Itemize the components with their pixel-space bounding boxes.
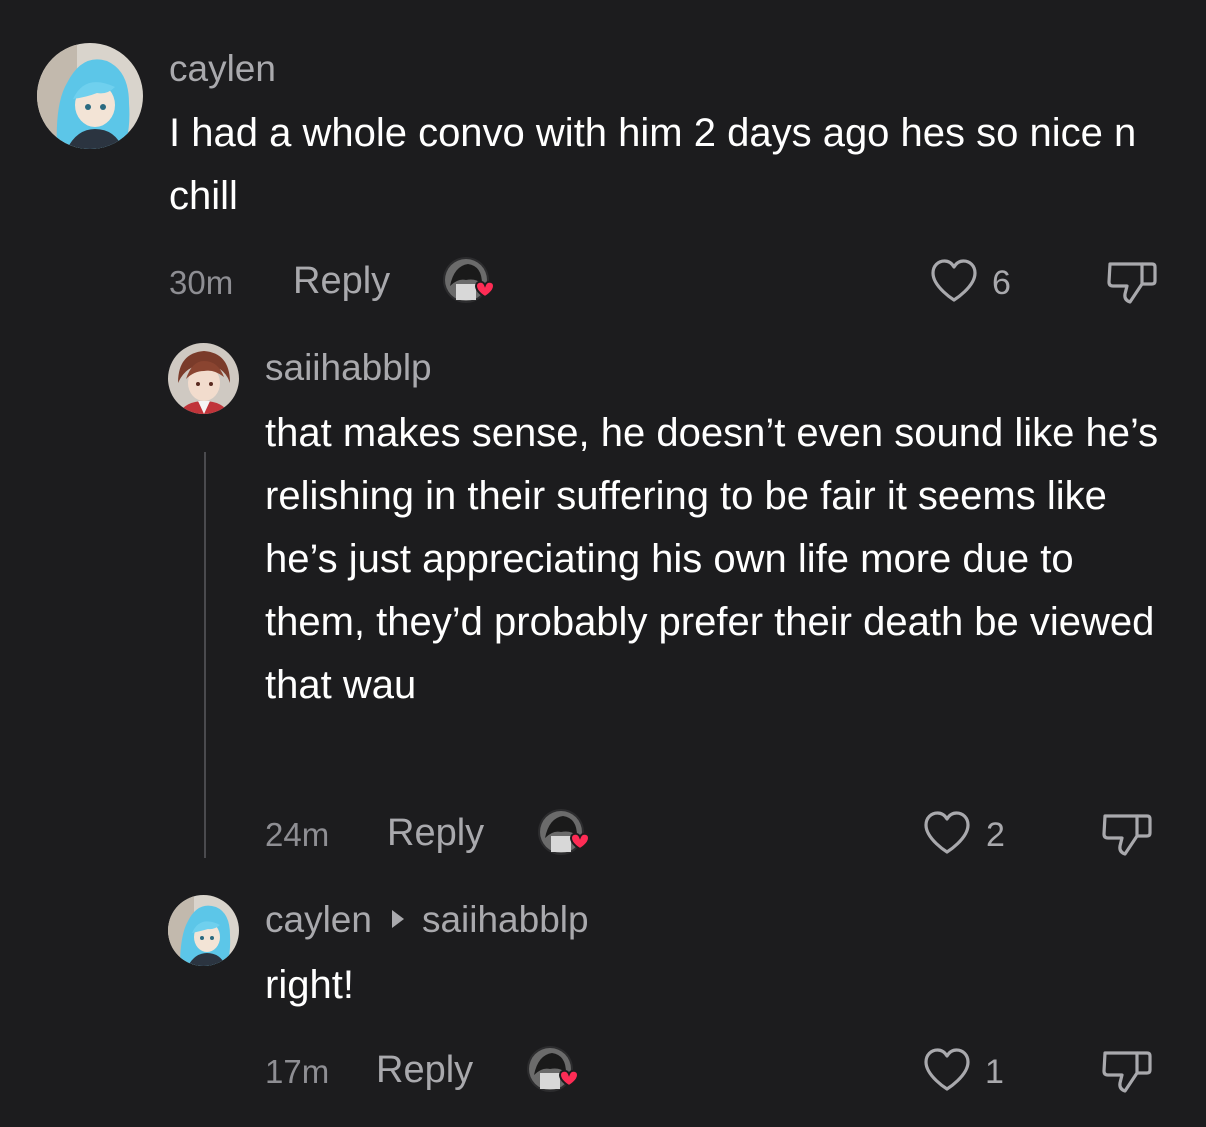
- avatar[interactable]: [168, 895, 239, 966]
- reply-button[interactable]: Reply: [376, 1049, 473, 1092]
- comment-text: right!: [265, 963, 354, 1007]
- comment-author[interactable]: caylen: [265, 899, 372, 940]
- heart-outline-icon: [924, 1048, 970, 1091]
- reply-to-author[interactable]: saiihabblp: [422, 899, 589, 940]
- thumbs-down-icon: [1102, 1051, 1152, 1093]
- like-button[interactable]: 1: [922, 1045, 1012, 1095]
- dislike-button[interactable]: [1101, 1045, 1153, 1095]
- comment-actions: 17m Reply 1: [265, 1045, 1165, 1095]
- like-count: 1: [985, 1053, 1004, 1091]
- creator-liked-badge-icon: [526, 1045, 584, 1095]
- comment-timestamp: 17m: [265, 1053, 330, 1090]
- reply-arrow-icon: [391, 910, 404, 929]
- comment-author-line: caylen saiihabblp: [265, 899, 589, 941]
- comment-3: caylen saiihabblp right! 17m Reply 1: [0, 0, 1206, 1127]
